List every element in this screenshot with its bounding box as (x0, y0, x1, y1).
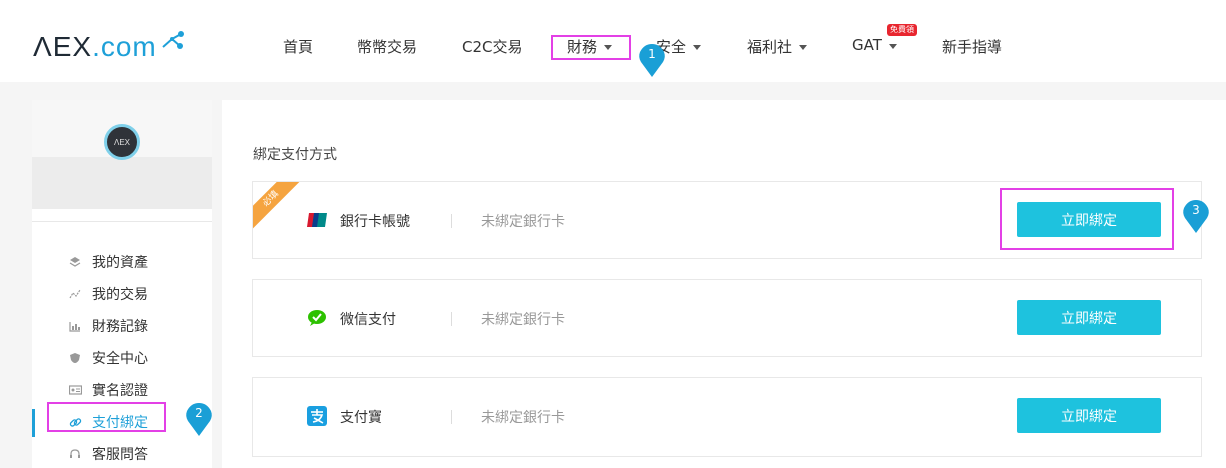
marker-3-icon: 3 (1183, 200, 1209, 233)
nav-beginner-guide-label: 新手指導 (942, 38, 1003, 56)
layers-icon (68, 255, 82, 269)
sidebar-user-info (32, 157, 212, 209)
nav-beginner-guide[interactable]: 新手指導 (942, 36, 1002, 57)
payment-method-status: 未綁定銀行卡 (481, 214, 565, 230)
highlight-box-payment-binding (47, 402, 166, 432)
highlight-box-finance (551, 35, 631, 60)
sidebar-item-finance-records[interactable]: 財務記錄 (32, 310, 212, 342)
marker-3-number: 3 (1192, 203, 1200, 217)
sidebar-item-customer-service[interactable]: 客服問答 (32, 438, 212, 468)
nav-welfare[interactable]: 福利社 (747, 36, 808, 57)
divider (451, 312, 452, 326)
chevron-down-icon (693, 45, 702, 50)
nav-home[interactable]: 首頁 (283, 36, 313, 57)
trend-line-icon (68, 287, 82, 301)
alipay-icon (307, 406, 327, 426)
sidebar-item-label: 財務記錄 (92, 319, 148, 335)
marker-1-icon: 1 (639, 44, 665, 77)
page-title: 綁定支付方式 (253, 147, 337, 163)
logo-text: ΛEX.com (33, 31, 157, 63)
payment-method-card-alipay: 支付寶 未綁定銀行卡 立即綁定 (252, 377, 1202, 457)
headset-icon (68, 447, 82, 461)
bar-chart-icon (68, 319, 82, 333)
payment-method-name: 銀行卡帳號 (340, 214, 410, 230)
sidebar-item-label: 安全中心 (92, 351, 148, 367)
sidebar-item-label: 我的交易 (92, 287, 148, 303)
nav-spot-trading-label: 幣幣交易 (357, 38, 418, 56)
main-content: 綁定支付方式 必填 銀行卡帳號 未綁定銀行卡 立即綁定 微信支付 未綁定銀行卡 … (222, 100, 1226, 468)
payment-method-name: 支付寶 (340, 410, 382, 426)
nav-spot-trading[interactable]: 幣幣交易 (357, 36, 417, 57)
avatar-text: ΛEX (113, 137, 130, 147)
sidebar-item-label: 實名認證 (92, 383, 148, 399)
marker-2-icon: 2 (186, 403, 212, 436)
unionpay-icon (307, 211, 327, 229)
avatar[interactable]: ΛEX (104, 124, 140, 160)
marker-1-number: 1 (648, 47, 656, 61)
sidebar-item-label: 客服問答 (92, 447, 148, 463)
id-card-icon (68, 383, 82, 397)
wechat-icon (307, 309, 327, 327)
nav-welfare-label: 福利社 (747, 38, 793, 56)
chevron-down-icon (799, 45, 808, 50)
network-nodes-icon (162, 31, 184, 49)
logo-text-main: ΛEX (33, 31, 93, 62)
nav-c2c-trading[interactable]: C2C交易 (462, 36, 523, 57)
sidebar-divider (32, 221, 212, 222)
nav-c2c-trading-label: C2C交易 (462, 38, 523, 56)
payment-method-status: 未綁定銀行卡 (481, 312, 565, 328)
nav-gat-label: GAT (852, 36, 882, 54)
bind-now-button-alipay[interactable]: 立即綁定 (1017, 398, 1161, 433)
nav-gat[interactable]: GAT (852, 36, 897, 54)
payment-method-name: 微信支付 (340, 312, 396, 328)
aex-logo[interactable]: ΛEX.com (33, 30, 185, 64)
sidebar-item-security-center[interactable]: 安全中心 (32, 342, 212, 374)
nav-home-label: 首頁 (283, 38, 314, 56)
sidebar-item-my-assets[interactable]: 我的資產 (32, 246, 212, 278)
chevron-down-icon (888, 43, 897, 49)
highlight-box-bind-button (1000, 188, 1174, 250)
payment-method-status: 未綁定銀行卡 (481, 410, 565, 426)
payment-method-card-wechat: 微信支付 未綁定銀行卡 立即綁定 (252, 279, 1202, 357)
sidebar-item-my-trades[interactable]: 我的交易 (32, 278, 212, 310)
required-ribbon: 必填 (253, 182, 305, 233)
shield-icon (68, 351, 82, 365)
gat-free-badge: 免費領 (887, 24, 917, 36)
divider (451, 410, 452, 424)
bind-now-button-wechat[interactable]: 立即綁定 (1017, 300, 1161, 335)
sidebar-item-label: 我的資產 (92, 255, 148, 271)
divider (451, 214, 452, 228)
logo-text-domain: .com (92, 31, 157, 62)
marker-2-number: 2 (195, 406, 203, 420)
